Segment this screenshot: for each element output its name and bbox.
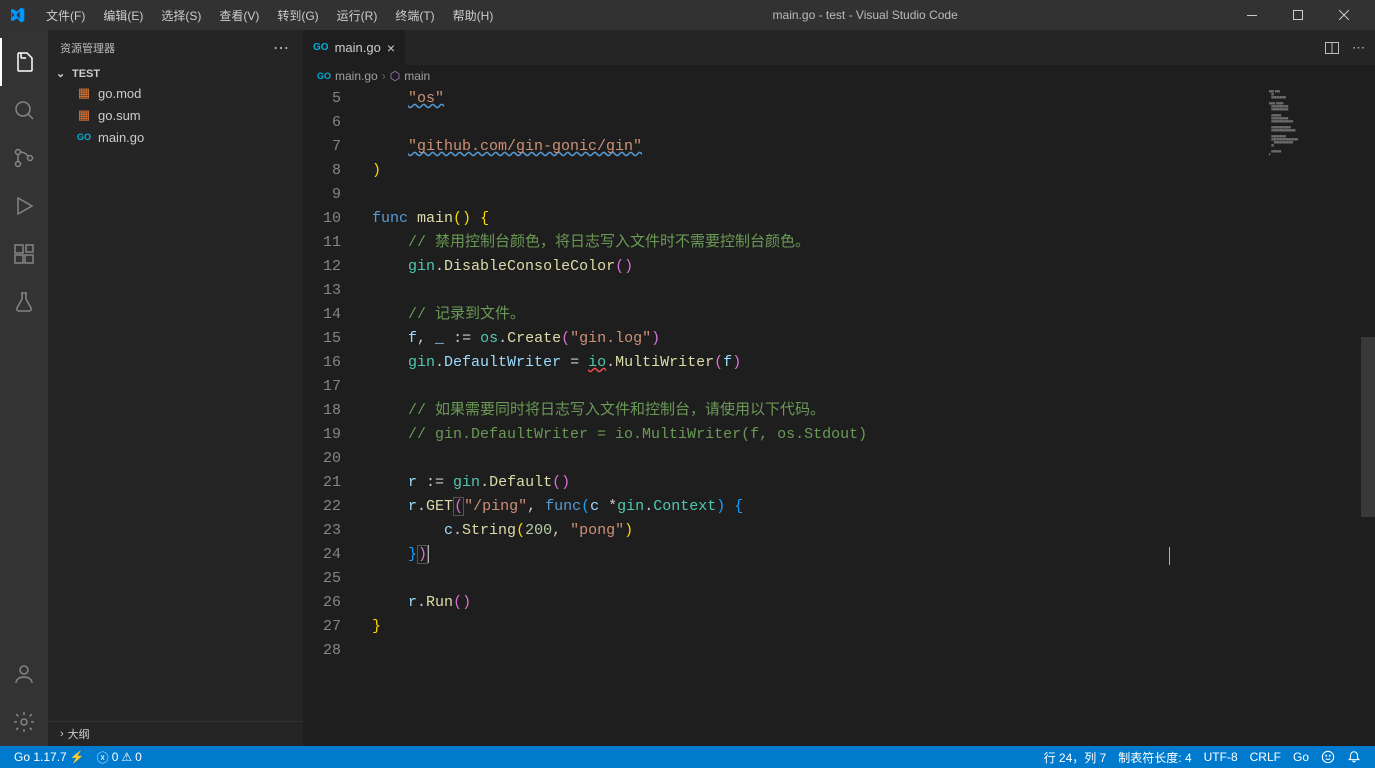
search-tab-icon[interactable] [0,86,48,134]
title-bar: 文件(F) 编辑(E) 选择(S) 查看(V) 转到(G) 运行(R) 终端(T… [0,0,1375,30]
go-file-icon: GO [76,132,92,142]
outline-label: 大纲 [68,726,90,742]
folder-label: TEST [72,68,100,80]
testing-tab-icon[interactable] [0,278,48,326]
outline-section[interactable]: › 大纲 [48,721,303,746]
source-control-tab-icon[interactable] [0,134,48,182]
file-name: go.sum [98,108,141,123]
activity-bar [0,30,48,746]
menu-go[interactable]: 转到(G) [269,3,326,28]
menu-selection[interactable]: 选择(S) [153,3,209,28]
breadcrumb[interactable]: GO main.go › ⬡ main [303,65,1375,87]
package-icon: ⬡ [390,69,400,83]
chevron-right-icon: › [60,728,64,740]
editor-area: GO main.go × ⋯ GO main.go › ⬡ main 56789… [303,30,1375,746]
close-button[interactable] [1321,0,1367,30]
minimize-button[interactable] [1229,0,1275,30]
run-debug-tab-icon[interactable] [0,182,48,230]
breadcrumb-file[interactable]: main.go [335,69,378,83]
file-item[interactable]: ▦ go.sum [68,104,303,126]
line-numbers: 5678910111213141516171819202122232425262… [303,87,363,746]
go-file-icon: GO [317,71,331,81]
status-language[interactable]: Go [1287,746,1315,768]
lightning-icon: ⚡ [70,750,85,764]
explorer-tab-icon[interactable] [0,38,48,86]
settings-gear-icon[interactable] [0,698,48,746]
more-actions-icon[interactable]: ⋯ [1352,40,1365,56]
menu-terminal[interactable]: 终端(T) [387,3,442,28]
status-feedback-icon[interactable] [1315,746,1341,768]
status-eol[interactable]: CRLF [1244,746,1287,768]
menu-bar: 文件(F) 编辑(E) 选择(S) 查看(V) 转到(G) 运行(R) 终端(T… [38,3,501,28]
menu-view[interactable]: 查看(V) [211,3,267,28]
gomod-file-icon: ▦ [76,85,92,101]
breadcrumb-symbol[interactable]: main [404,69,430,83]
status-bar: Go 1.17.7⚡ ⓧ0 ⚠0 行 24，列 7 制表符长度: 4 UTF-8… [0,746,1375,768]
accounts-icon[interactable] [0,650,48,698]
maximize-button[interactable] [1275,0,1321,30]
status-notifications-icon[interactable] [1341,746,1367,768]
file-item[interactable]: GO main.go [68,126,303,148]
status-cursor-position[interactable]: 行 24，列 7 [1038,746,1113,768]
chevron-right-icon: › [382,69,386,83]
chevron-down-icon: ⌄ [56,67,68,80]
scrollbar-thumb[interactable] [1361,337,1375,517]
minimap[interactable]: ████ ████ ██ ████████████ █████ ██████ █… [1265,87,1375,746]
error-icon: ⓧ [97,749,109,766]
explorer-more-icon[interactable]: ⋯ [273,38,291,58]
vscode-logo-icon [8,6,26,24]
extensions-tab-icon[interactable] [0,230,48,278]
editor-tab[interactable]: GO main.go × [303,30,406,65]
status-encoding[interactable]: UTF-8 [1198,746,1244,768]
file-name: go.mod [98,86,141,101]
status-problems[interactable]: ⓧ0 ⚠0 [91,746,148,768]
menu-edit[interactable]: 编辑(E) [95,3,151,28]
menu-file[interactable]: 文件(F) [38,3,93,28]
code-editor[interactable]: 5678910111213141516171819202122232425262… [303,87,1375,746]
go-file-icon: GO [313,42,329,53]
warning-icon: ⚠ [121,750,132,764]
gosum-file-icon: ▦ [76,107,92,123]
sidebar-explorer: 资源管理器 ⋯ ⌄ TEST ▦ go.mod ▦ go.sum GO main.go… [48,30,303,746]
menu-run[interactable]: 运行(R) [329,3,386,28]
tab-label: main.go [335,40,381,55]
file-name: main.go [98,130,144,145]
explorer-title: 资源管理器 [60,40,115,56]
tab-bar: GO main.go × ⋯ [303,30,1375,65]
file-item[interactable]: ▦ go.mod [68,82,303,104]
split-editor-icon[interactable] [1324,40,1340,56]
code-content[interactable]: "os" "github.com/gin-gonic/gin" ) func m… [363,87,1265,746]
menu-help[interactable]: 帮助(H) [445,3,502,28]
vertical-scrollbar[interactable] [1361,87,1375,746]
status-go-version[interactable]: Go 1.17.7⚡ [8,746,91,768]
file-list: ▦ go.mod ▦ go.sum GO main.go [48,82,303,148]
close-tab-icon[interactable]: × [387,40,395,56]
status-indentation[interactable]: 制表符长度: 4 [1112,746,1197,768]
workspace-folder[interactable]: ⌄ TEST [48,65,303,82]
window-title: main.go - test - Visual Studio Code [505,8,1225,22]
